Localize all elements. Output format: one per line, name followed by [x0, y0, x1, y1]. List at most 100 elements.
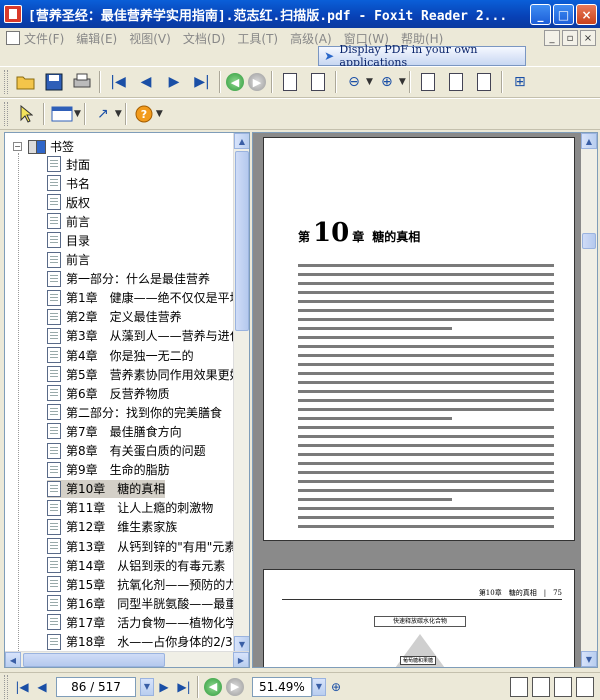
- zoom-out-icon[interactable]: ⊖: [342, 70, 366, 94]
- bookmark-item[interactable]: 第6章 反营养物质: [47, 384, 170, 402]
- status-last-page-icon[interactable]: ▶|: [174, 677, 194, 697]
- zoom-in-dropdown-icon[interactable]: ▼: [399, 77, 406, 87]
- bookmark-item[interactable]: 第4章 你是独一无二的: [47, 346, 194, 364]
- bookmark-item[interactable]: 目录: [47, 231, 90, 249]
- bookmark-item[interactable]: 第14章 从铝到汞的有毒元素: [47, 556, 225, 574]
- zoom-field[interactable]: 51.49%: [252, 676, 312, 697]
- bookmark-item[interactable]: 第18章 水——占你身体的2/3: [47, 633, 233, 651]
- bookmark-item[interactable]: 第5章 营养素协同作用效果更好: [47, 365, 235, 383]
- page-number-field[interactable]: 86 / 517: [56, 676, 136, 697]
- doc-restore-button[interactable]: ▫: [562, 30, 578, 46]
- link-arrow-icon[interactable]: ↗: [91, 102, 115, 126]
- select-arrow-icon[interactable]: [14, 102, 38, 126]
- bookmark-item[interactable]: 封面: [47, 155, 90, 173]
- menu-document[interactable]: 文档(D): [183, 30, 226, 47]
- help-icon[interactable]: ?: [132, 102, 156, 126]
- pdf-page-next[interactable]: 第10章 糖的真相 | 75 快速释放碳水化合物 葡萄糖和果糖: [263, 569, 575, 667]
- collapse-icon[interactable]: −: [13, 141, 22, 151]
- minimize-button[interactable]: _: [530, 4, 551, 25]
- bookmarks-vertical-scrollbar[interactable]: ▲ ▼: [233, 133, 249, 652]
- bookmark-item[interactable]: 第二部分：找到你的完美膳食: [47, 403, 222, 421]
- bookmark-item[interactable]: 第8章 有关蛋白质的问题: [47, 442, 206, 460]
- bookmark-item[interactable]: 前言: [47, 251, 90, 269]
- go-back-icon[interactable]: ◀: [226, 73, 244, 91]
- scroll-thumb[interactable]: [235, 151, 249, 331]
- single-page-view-icon[interactable]: [510, 677, 528, 697]
- status-previous-page-icon[interactable]: ◀: [32, 677, 52, 697]
- bookmark-item[interactable]: 第1章 健康——绝不仅仅是平均: [47, 289, 235, 307]
- scroll-down-icon[interactable]: ▼: [234, 636, 249, 652]
- save-icon[interactable]: [42, 70, 66, 94]
- rotate-left-icon[interactable]: [278, 70, 302, 94]
- continuous-facing-view-icon[interactable]: [576, 677, 594, 697]
- menu-advanced[interactable]: 高级(A): [290, 30, 332, 47]
- scroll-up-icon[interactable]: ▲: [234, 133, 249, 149]
- maximize-button[interactable]: □: [553, 4, 574, 25]
- last-page-icon[interactable]: ▶|: [190, 70, 214, 94]
- page-dropdown-icon[interactable]: ▼: [140, 677, 154, 696]
- bookmark-item[interactable]: 前言: [47, 212, 90, 230]
- zoom-in-icon[interactable]: ⊕: [375, 70, 399, 94]
- bookmark-item[interactable]: 第13章 从钙到锌的"有用"元素: [47, 537, 235, 555]
- next-page-icon[interactable]: ▶: [162, 70, 186, 94]
- bookmark-item[interactable]: 第17章 活力食物——植物化学: [47, 613, 235, 631]
- document-view[interactable]: 第 10 章 糖的真相 第10章 糖的真相 | 75 快速释放碳水化合物 葡萄糖…: [252, 132, 598, 668]
- first-page-icon[interactable]: |◀: [106, 70, 130, 94]
- continuous-view-icon[interactable]: [532, 677, 550, 697]
- bookmark-item[interactable]: 第2章 定义最佳营养: [47, 308, 182, 326]
- scroll-right-icon[interactable]: ▶: [233, 652, 249, 667]
- zoom-in-status-icon[interactable]: ⊕: [326, 677, 346, 697]
- bookmark-item[interactable]: 第15章 抗氧化剂——预防的力量: [47, 575, 235, 593]
- toolbar-extra-icon[interactable]: ⊞: [508, 70, 532, 94]
- bookmark-item[interactable]: 第12章 维生素家族: [47, 518, 177, 536]
- annotation-dropdown-icon[interactable]: ▼: [74, 109, 81, 119]
- actual-size-icon[interactable]: [416, 70, 440, 94]
- hscroll-thumb[interactable]: [23, 653, 165, 667]
- doc-scroll-thumb[interactable]: [582, 233, 596, 249]
- toolbar-grip[interactable]: [4, 102, 8, 126]
- toolbar-grip[interactable]: [4, 70, 8, 94]
- status-forward-icon[interactable]: ▶: [226, 677, 244, 696]
- link-dropdown-icon[interactable]: ▼: [115, 109, 122, 119]
- menu-file[interactable]: 文件(F): [24, 30, 64, 47]
- bookmark-item[interactable]: 第11章 让人上瘾的刺激物: [47, 499, 213, 517]
- bookmark-item[interactable]: 第10章 糖的真相: [47, 479, 166, 498]
- doc-close-button[interactable]: ×: [580, 30, 596, 46]
- status-next-page-icon[interactable]: ▶: [154, 677, 174, 697]
- zoom-out-dropdown-icon[interactable]: ▼: [366, 77, 373, 87]
- bookmark-item[interactable]: 版权: [47, 193, 90, 211]
- menu-edit[interactable]: 编辑(E): [76, 30, 117, 47]
- facing-view-icon[interactable]: [554, 677, 572, 697]
- bookmark-item[interactable]: 第16章 同型半胱氨酸——最重要: [47, 594, 235, 612]
- doc-scroll-up-icon[interactable]: ▲: [581, 133, 597, 149]
- close-button[interactable]: ×: [576, 4, 597, 25]
- previous-page-icon[interactable]: ◀: [134, 70, 158, 94]
- bookmark-item[interactable]: 第3章 从藻到人——营养与进化: [47, 327, 235, 345]
- bookmark-root[interactable]: − 书签: [13, 137, 74, 155]
- doc-scroll-down-icon[interactable]: ▼: [581, 651, 597, 667]
- open-folder-icon[interactable]: [14, 70, 38, 94]
- bookmarks-horizontal-scrollbar[interactable]: ◀ ▶: [5, 651, 249, 667]
- print-icon[interactable]: [70, 70, 94, 94]
- help-dropdown-icon[interactable]: ▼: [156, 109, 163, 119]
- zoom-dropdown-icon[interactable]: ▼: [312, 677, 326, 696]
- menu-view[interactable]: 视图(V): [129, 30, 171, 47]
- scroll-left-icon[interactable]: ◀: [5, 652, 21, 667]
- bookmark-item[interactable]: 第7章 最佳膳食方向: [47, 422, 182, 440]
- rotate-right-icon[interactable]: [306, 70, 330, 94]
- annotation-tool-icon[interactable]: [50, 102, 74, 126]
- go-forward-icon[interactable]: ▶: [248, 73, 266, 91]
- fit-width-icon[interactable]: [472, 70, 496, 94]
- statusbar-grip[interactable]: [4, 674, 8, 699]
- bookmark-item[interactable]: 第一部分：什么是最佳营养: [47, 270, 210, 288]
- menu-tools[interactable]: 工具(T): [237, 30, 278, 47]
- document-vertical-scrollbar[interactable]: ▲ ▼: [581, 133, 597, 667]
- fit-page-icon[interactable]: [444, 70, 468, 94]
- display-pdf-ad-button[interactable]: ➤ Display PDF in your own applications: [318, 43, 526, 69]
- pdf-page[interactable]: 第 10 章 糖的真相: [263, 137, 575, 541]
- bookmark-item[interactable]: 书名: [47, 174, 90, 192]
- doc-minimize-button[interactable]: _: [544, 30, 560, 46]
- bookmark-item[interactable]: 第9章 生命的脂肪: [47, 461, 170, 479]
- status-first-page-icon[interactable]: |◀: [12, 677, 32, 697]
- status-back-icon[interactable]: ◀: [204, 677, 222, 696]
